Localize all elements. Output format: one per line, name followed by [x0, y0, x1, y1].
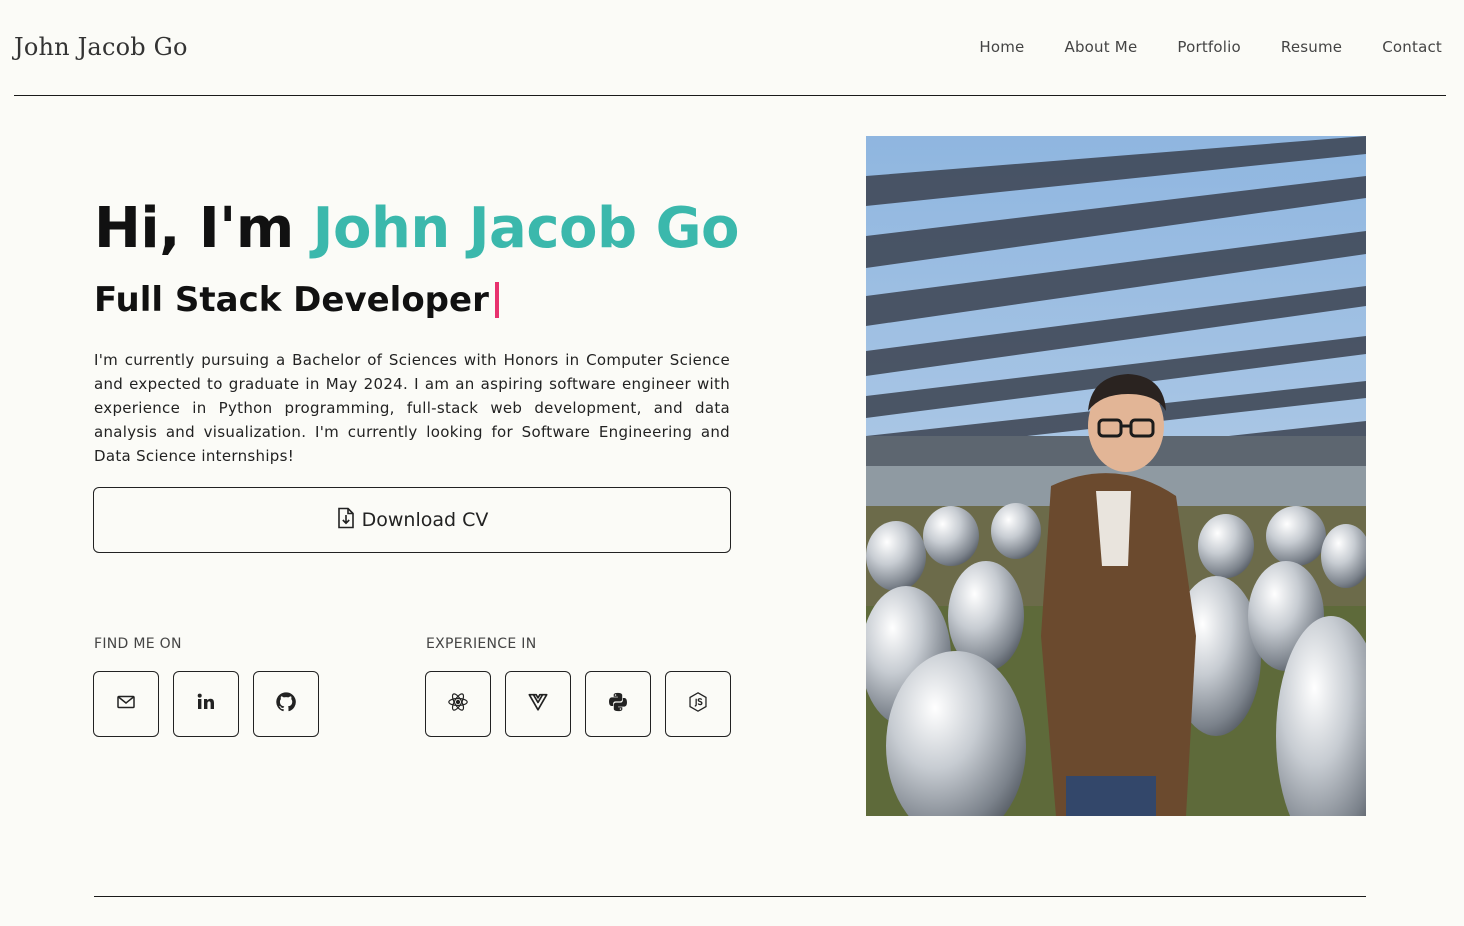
profile-photo — [866, 136, 1366, 816]
nodejs-skill[interactable] — [665, 671, 731, 737]
vue-skill[interactable] — [505, 671, 571, 737]
nav-resume[interactable]: Resume — [1281, 38, 1342, 56]
linkedin-icon — [195, 691, 217, 718]
nav-home[interactable]: Home — [979, 38, 1024, 56]
experience-icons — [425, 671, 731, 737]
nav-contact[interactable]: Contact — [1382, 38, 1442, 56]
experience-label: EXPERIENCE IN — [426, 636, 537, 652]
main-nav: Home About Me Portfolio Resume Contact — [979, 38, 1442, 56]
hero-title: Hi, I'm John Jacob Go — [94, 196, 740, 261]
hero-name: John Jacob Go — [312, 196, 740, 261]
social-links — [93, 671, 319, 737]
typing-cursor — [494, 282, 499, 318]
role-title: Full Stack Developer — [94, 280, 499, 320]
python-icon — [607, 691, 629, 718]
mail-icon — [115, 691, 137, 718]
nav-about-me[interactable]: About Me — [1064, 38, 1137, 56]
nav-portfolio[interactable]: Portfolio — [1177, 38, 1241, 56]
bio-paragraph: I'm currently pursuing a Bachelor of Sci… — [94, 351, 730, 465]
email-link[interactable] — [93, 671, 159, 737]
site-header: John Jacob Go Home About Me Portfolio Re… — [14, 0, 1446, 96]
file-download-icon — [336, 507, 356, 534]
site-brand[interactable]: John Jacob Go — [14, 33, 188, 61]
nodejs-icon — [687, 691, 709, 718]
section-divider — [94, 896, 1366, 897]
github-icon — [275, 691, 297, 718]
role-text: Full Stack Developer — [94, 280, 489, 320]
python-skill[interactable] — [585, 671, 651, 737]
find-me-label: FIND ME ON — [94, 636, 182, 652]
vue-icon — [527, 691, 549, 718]
react-skill[interactable] — [425, 671, 491, 737]
react-icon — [447, 691, 469, 718]
linkedin-link[interactable] — [173, 671, 239, 737]
hero-greeting: Hi, I'm — [94, 196, 313, 261]
download-cv-label: Download CV — [361, 509, 489, 531]
github-link[interactable] — [253, 671, 319, 737]
download-cv-button[interactable]: Download CV — [93, 487, 731, 553]
